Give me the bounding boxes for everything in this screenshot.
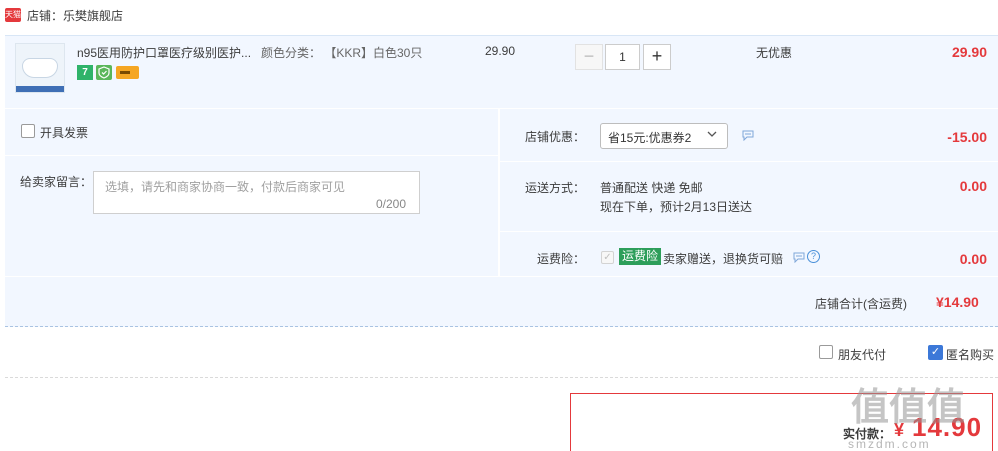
message-placeholder: 选填，请先和商家协商一致，付款后商家可见 [105, 180, 346, 194]
shipping-method: 普通配送 快递 免邮 [600, 181, 703, 195]
divider [500, 161, 998, 162]
coupon-label: 店铺优惠： [525, 130, 586, 144]
insurance-fee: 0.00 [959, 251, 987, 267]
coupon-discount-amount: -15.00 [947, 129, 987, 145]
divider [5, 377, 998, 378]
site-watermark: 值值值 [851, 387, 966, 429]
thumbnail-banner [16, 86, 64, 92]
shipping-eta: 现在下单，预计2月13日送达 [600, 200, 753, 214]
shop-subtotal-amount: ¥14.90 [936, 294, 979, 310]
insurance-description: 卖家赠送，退换货可赔 [663, 252, 784, 266]
friend-pay-label[interactable]: 朋友代付 [838, 346, 886, 363]
chat-bubble-icon[interactable] [793, 252, 805, 264]
insurance-checkbox: ✓ [601, 251, 614, 264]
quantity-decrease-button[interactable]: − [575, 44, 603, 70]
site-watermark-url: smzdm.com [848, 437, 931, 451]
tmall-icon: 天猫 [5, 8, 21, 22]
seven-day-return-icon[interactable]: 7 [77, 65, 93, 80]
coupon-selected-value: 省15元:优惠券2 [608, 131, 692, 145]
help-icon[interactable]: ? [807, 250, 820, 263]
quantity-input[interactable]: 1 [605, 44, 640, 70]
product-sku: 颜色分类： 【KKR】白色30只 [261, 46, 423, 60]
mask-image-icon [22, 58, 58, 78]
friend-pay-checkbox[interactable] [819, 345, 833, 359]
shop-subtotal-label: 店铺合计(含运费) [815, 297, 907, 311]
message-label: 给卖家留言： [20, 175, 93, 189]
product-title-link[interactable]: n95医用防护口罩医疗级别医护... [77, 44, 257, 61]
chat-bubble-icon[interactable] [742, 130, 754, 142]
divider [500, 231, 998, 232]
insurance-label: 运费险： [537, 252, 586, 266]
divider [5, 155, 498, 156]
unit-price: 29.90 [485, 44, 516, 58]
insurance-badge: 运费险 [619, 248, 662, 265]
shipping-fee: 0.00 [959, 178, 987, 194]
shield-guarantee-icon[interactable] [96, 65, 112, 80]
item-total-price: 29.90 [951, 44, 987, 60]
shipping-label: 运送方式： [525, 181, 586, 195]
shop-name[interactable]: 店铺：乐樊旗舰店 [27, 7, 123, 24]
card-payment-icon[interactable] [116, 66, 139, 79]
anonymous-purchase-checkbox[interactable]: ✓ [928, 345, 943, 360]
chevron-down-icon[interactable] [706, 128, 718, 140]
message-char-counter: 0/200 [376, 197, 407, 211]
anonymous-purchase-label[interactable]: 匿名购买 [946, 346, 994, 363]
invoice-label[interactable]: 开具发票 [40, 124, 88, 141]
item-discount-text: 无优惠 [756, 46, 793, 60]
invoice-checkbox[interactable] [21, 124, 35, 138]
divider [498, 109, 499, 276]
product-thumbnail[interactable] [15, 43, 65, 93]
quantity-increase-button[interactable]: + [643, 44, 671, 70]
